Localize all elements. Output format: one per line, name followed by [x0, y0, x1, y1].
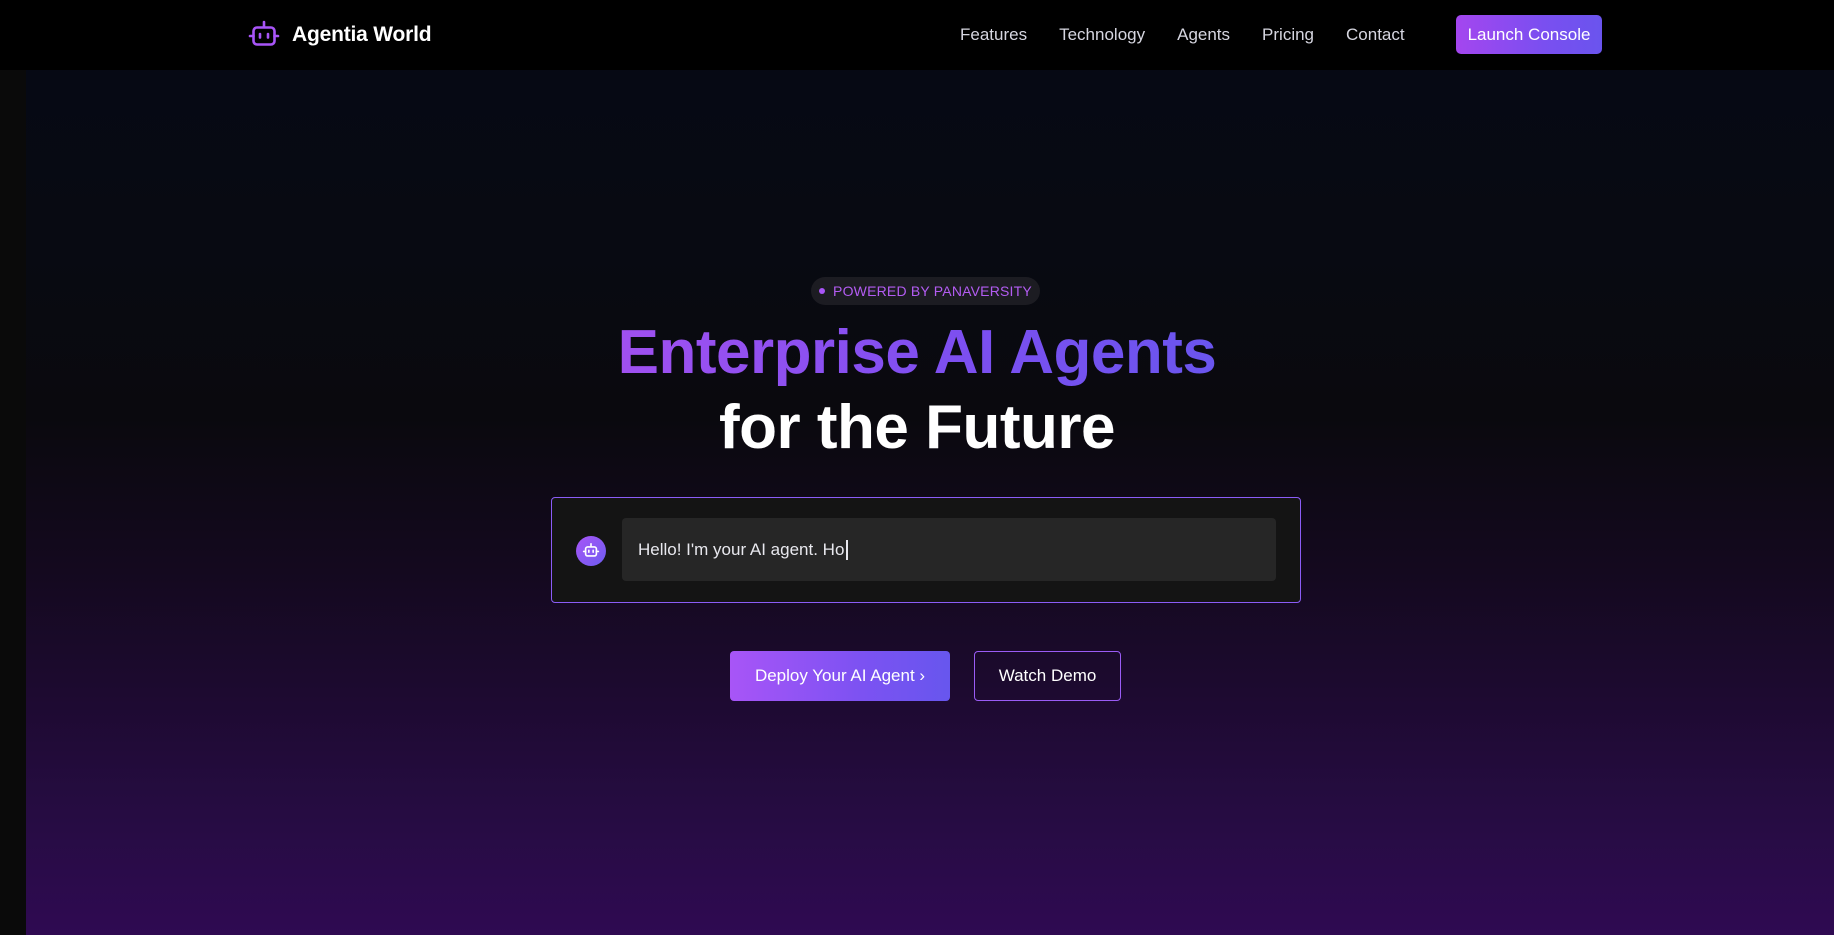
- text-cursor: [846, 539, 849, 560]
- powered-by-badge: POWERED BY PANAVERSITY: [811, 277, 1040, 305]
- agent-chat-box: Hello! I'm your AI agent. Ho: [551, 497, 1301, 603]
- brand-name: Agentia World: [292, 23, 432, 46]
- nav-link-pricing[interactable]: Pricing: [1262, 25, 1314, 45]
- nav-links: Features Technology Agents Pricing Conta…: [960, 0, 1405, 70]
- hero-headline-line2: for the Future: [719, 393, 1115, 462]
- left-edge-strip: [0, 70, 26, 935]
- agent-avatar: [576, 536, 606, 566]
- brand-logo[interactable]: Agentia World: [248, 18, 432, 52]
- hero-headline-line1: Enterprise AI Agents: [0, 316, 1834, 390]
- agent-chat-input[interactable]: Hello! I'm your AI agent. Ho: [622, 518, 1276, 581]
- launch-console-button[interactable]: Launch Console: [1456, 15, 1602, 54]
- page: Agentia World Features Technology Agents…: [0, 0, 1834, 935]
- nav-link-contact[interactable]: Contact: [1346, 25, 1405, 45]
- robot-icon: [248, 20, 280, 46]
- nav-link-agents[interactable]: Agents: [1177, 25, 1230, 45]
- navbar: Agentia World Features Technology Agents…: [0, 0, 1834, 70]
- watch-demo-button[interactable]: Watch Demo: [974, 651, 1121, 701]
- hero-headline-gradient-text: Enterprise AI Agents: [617, 318, 1217, 387]
- agent-typed-text: Hello! I'm your AI agent. Ho: [638, 539, 845, 559]
- nav-link-technology[interactable]: Technology: [1059, 25, 1145, 45]
- deploy-agent-button[interactable]: Deploy Your AI Agent ›: [730, 651, 950, 701]
- badge-dot-icon: [819, 288, 826, 294]
- nav-link-features[interactable]: Features: [960, 25, 1027, 45]
- badge-text: POWERED BY PANAVERSITY: [833, 283, 1032, 299]
- robot-icon: [582, 542, 600, 557]
